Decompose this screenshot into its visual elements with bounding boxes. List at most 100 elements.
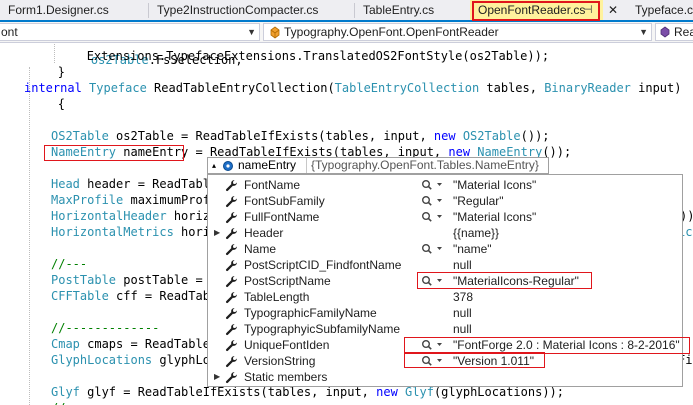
- member-dropdown[interactable]: Rea: [655, 23, 693, 41]
- code-text: Extensions.TypefaceExtensions.Translated…: [0, 49, 550, 63]
- tab-typeface[interactable]: Typeface.cs: [627, 0, 693, 20]
- datatip-property-value[interactable]: "Regular": [453, 193, 504, 209]
- navigation-bar: ont ▼ Typography.OpenFont.OpenFontReader…: [0, 22, 693, 43]
- tab-type2instructioncompacter[interactable]: Type2InstructionCompacter.cs: [149, 0, 354, 20]
- datatip-row[interactable]: TypographyicSubfamilyName null: [208, 321, 682, 337]
- datatip-property-name: PostScriptName: [244, 274, 331, 288]
- type-name: OS2Table: [51, 129, 109, 143]
- datatip-property-name: FullFontName: [244, 210, 320, 224]
- datatip-row[interactable]: ▶ Static members: [208, 369, 682, 385]
- code-line-maxprofile: MaxProfile maximumProf: [51, 192, 210, 208]
- property-wrench-icon: [225, 259, 238, 272]
- datatip-property-name: FontSubFamily: [244, 194, 325, 208]
- code-line-method-signature: internal Typeface ReadTableEntryCollecti…: [24, 80, 681, 96]
- type-name: PostTable: [51, 273, 117, 287]
- code-text: maximumProf: [123, 193, 210, 207]
- datatip-property-value[interactable]: "name": [453, 241, 492, 257]
- collapse-icon[interactable]: ▴: [212, 158, 216, 173]
- code-text: {: [0, 97, 66, 111]
- code-line-os2table: OS2Table os2Table = ReadTableIfExists(ta…: [51, 128, 550, 144]
- datatip-row[interactable]: ▶ Header {{name}}: [208, 225, 682, 241]
- property-wrench-icon: [225, 275, 238, 288]
- type-label: Typography.OpenFont.OpenFontReader: [284, 25, 499, 39]
- datatip-property-name: Static members: [244, 370, 328, 384]
- code-text: cmaps = ReadTable: [79, 337, 210, 351]
- comment-text: //-------------: [51, 321, 160, 335]
- tab-tableentry[interactable]: TableEntry.cs: [355, 0, 470, 20]
- datatip-row[interactable]: TypographicFamilyName null: [208, 305, 682, 321]
- code-text: postTable =: [116, 273, 210, 287]
- text-visualizer-magnifier-icon[interactable]: [420, 177, 446, 193]
- code-text: ());: [520, 129, 550, 143]
- datatip-row[interactable]: FullFontName "Material Icons": [208, 209, 682, 225]
- tab-label: Form1.Designer.cs: [8, 3, 109, 17]
- datatip-property-name: Name: [244, 242, 277, 256]
- type-name: TableEntryCollection: [334, 81, 480, 95]
- datatip-row[interactable]: Name "name": [208, 241, 682, 257]
- type-name: GlyphLocations: [51, 353, 153, 367]
- datatip-property-value[interactable]: {{name}}: [453, 225, 499, 241]
- type-name: Head: [51, 177, 80, 191]
- property-wrench-icon: [225, 323, 238, 336]
- chevron-down-icon: ▼: [639, 27, 648, 37]
- indent-guide: [29, 67, 30, 405]
- code-line-glyphlocations: GlyphLocations glyphLoc: [51, 352, 217, 368]
- datatip-property-name: TypographicFamilyName: [244, 306, 377, 320]
- project-dropdown[interactable]: ont ▼: [0, 23, 260, 41]
- text-visualizer-magnifier-icon[interactable]: [420, 241, 446, 257]
- datatip-header[interactable]: ▴ nameEntry {Typography.OpenFont.Tables.…: [207, 157, 549, 174]
- datatip-row[interactable]: PostScriptCID_FindfontName null: [208, 257, 682, 273]
- datatip-property-value[interactable]: 378: [453, 289, 473, 305]
- property-wrench-icon: [225, 227, 238, 240]
- keyword: new: [433, 129, 456, 143]
- type-name: Typeface: [89, 81, 147, 95]
- annotation-box-postscriptname: [417, 272, 592, 289]
- datatip-property-value[interactable]: null: [453, 305, 472, 321]
- code-text: ReadTableEntryCollection(: [146, 81, 335, 95]
- property-wrench-icon: [225, 339, 238, 352]
- code-text: os2Table = ReadTableIfExists(tables, inp…: [108, 129, 434, 143]
- static-members-icon: [225, 371, 238, 384]
- object-icon: [223, 161, 233, 171]
- datatip-property-name: Header: [244, 226, 284, 240]
- expand-arrow-icon[interactable]: ▶: [214, 225, 220, 241]
- type-name: Glyf: [51, 385, 80, 399]
- code-text: horiz: [166, 209, 210, 223]
- comment-text: //---: [51, 257, 88, 271]
- datatip-property-value[interactable]: null: [453, 257, 472, 273]
- datatip-property-value[interactable]: "Material Icons": [453, 209, 536, 225]
- divider: [306, 158, 307, 173]
- datatip-property-value[interactable]: null: [453, 321, 472, 337]
- property-wrench-icon: [225, 211, 238, 224]
- code-line: {: [0, 96, 65, 112]
- type-name: MaxProfile: [51, 193, 124, 207]
- member-label: Rea: [674, 25, 693, 39]
- tab-label: Type2InstructionCompacter.cs: [157, 3, 319, 17]
- code-line-horizontalmetrics: HorizontalMetrics hori: [51, 224, 210, 240]
- type-dropdown[interactable]: Typography.OpenFont.OpenFontReader ▼: [263, 23, 652, 41]
- text-visualizer-magnifier-icon[interactable]: [420, 193, 446, 209]
- code-line: }: [0, 64, 65, 80]
- datatip-property-name: PostScriptCID_FindfontName: [244, 258, 402, 272]
- annotation-box-active-tab: [472, 1, 600, 21]
- type-name: Cmap: [51, 337, 80, 351]
- tab-label: TableEntry.cs: [363, 3, 435, 17]
- method-icon: [660, 26, 670, 38]
- comment-text: //: [51, 401, 65, 405]
- text-visualizer-magnifier-icon[interactable]: [420, 209, 446, 225]
- expand-arrow-icon[interactable]: ▶: [214, 369, 220, 385]
- tab-form1-designer[interactable]: Form1.Designer.cs: [0, 0, 148, 20]
- tab-close-button[interactable]: ✕: [603, 0, 627, 20]
- chevron-down-icon: ▼: [247, 27, 256, 37]
- datatip-row[interactable]: TableLength 378: [208, 289, 682, 305]
- code-line-posttable: PostTable postTable =: [51, 272, 210, 288]
- datatip-row[interactable]: FontSubFamily "Regular": [208, 193, 682, 209]
- property-wrench-icon: [225, 307, 238, 320]
- code-text: cff = ReadTab: [108, 289, 210, 303]
- datatip-property-name: UniqueFontIden: [244, 338, 330, 352]
- project-label: ont: [1, 25, 18, 39]
- type-name: Glyf: [405, 385, 434, 399]
- datatip-row[interactable]: FontName "Material Icons": [208, 177, 682, 193]
- datatip-property-value[interactable]: "Material Icons": [453, 177, 536, 193]
- document-tab-bar: Form1.Designer.cs Type2InstructionCompac…: [0, 0, 693, 22]
